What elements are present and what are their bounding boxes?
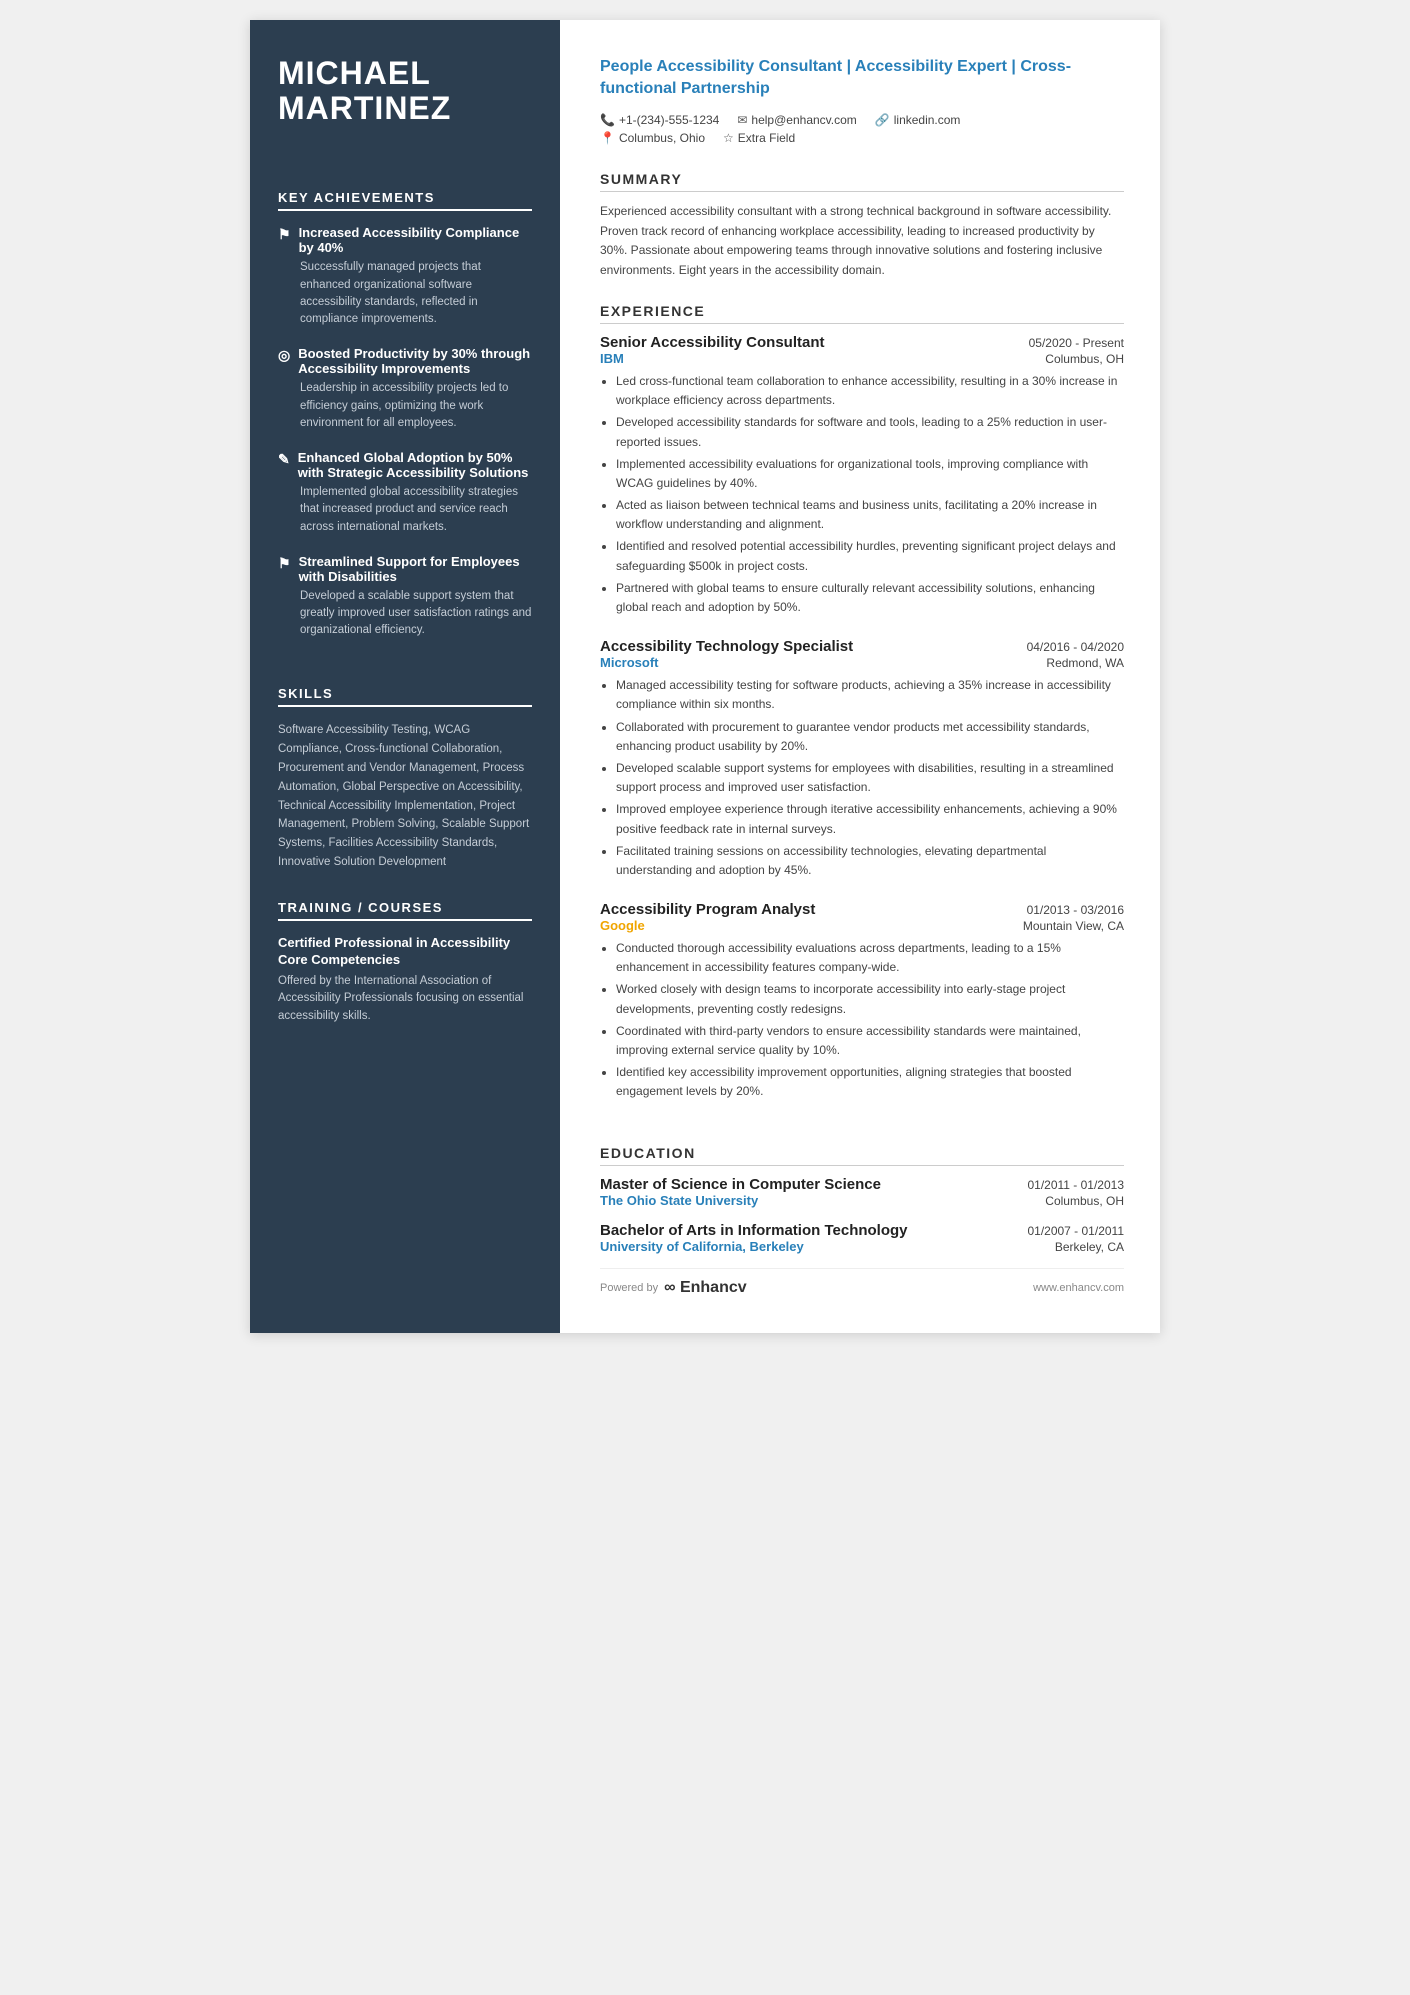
job-dates: 04/2016 - 04/2020 (1027, 640, 1124, 654)
edu-school: The Ohio State University (600, 1193, 758, 1208)
bullet-item: Managed accessibility testing for softwa… (616, 676, 1124, 714)
edu-school: University of California, Berkeley (600, 1239, 804, 1254)
achievements-list: ⚑ Increased Accessibility Compliance by … (278, 225, 532, 657)
achievement-desc: Leadership in accessibility projects led… (300, 380, 532, 432)
job-location: Redmond, WA (1046, 656, 1124, 670)
linkedin-icon: 🔗 (875, 113, 890, 127)
candidate-name: MICHAEL MARTINEZ (278, 56, 532, 126)
training-title: Certified Professional in Accessibility … (278, 935, 532, 969)
phone-icon: 📞 (600, 113, 615, 127)
experience-item: Accessibility Program Analyst 01/2013 - … (600, 901, 1124, 1105)
company-name: Microsoft (600, 655, 659, 670)
achievement-item: ⚑ Streamlined Support for Employees with… (278, 554, 532, 640)
achievement-title: Boosted Productivity by 30% through Acce… (298, 346, 532, 376)
bullet-item: Collaborated with procurement to guarant… (616, 718, 1124, 756)
training-item: Certified Professional in Accessibility … (278, 935, 532, 1025)
achievement-title: Enhanced Global Adoption by 50% with Str… (298, 450, 532, 480)
location-contact: 📍 Columbus, Ohio (600, 131, 705, 145)
summary-text: Experienced accessibility consultant wit… (600, 202, 1124, 281)
skills-section-title: SKILLS (278, 686, 532, 707)
job-bullets: Led cross-functional team collaboration … (600, 372, 1124, 617)
sidebar: MICHAEL MARTINEZ KEY ACHIEVEMENTS ⚑ Incr… (250, 20, 560, 1333)
company-name: IBM (600, 351, 624, 366)
achievements-section-title: KEY ACHIEVEMENTS (278, 190, 532, 211)
training-desc: Offered by the International Association… (278, 973, 532, 1025)
page-footer: Powered by ∞ Enhancv www.enhancv.com (600, 1268, 1124, 1297)
job-location: Columbus, OH (1045, 352, 1124, 366)
job-bullets: Managed accessibility testing for softwa… (600, 676, 1124, 880)
extra-value: Extra Field (738, 131, 795, 145)
job-title: Accessibility Program Analyst (600, 901, 815, 918)
job-location: Mountain View, CA (1023, 919, 1124, 933)
achievement-item: ✎ Enhanced Global Adoption by 50% with S… (278, 450, 532, 536)
star-icon: ☆ (723, 131, 734, 145)
edu-degree: Master of Science in Computer Science (600, 1176, 881, 1193)
job-title: Senior Accessibility Consultant (600, 334, 825, 351)
contact-row: 📞 +1-(234)-555-1234 ✉ help@enhancv.com 🔗… (600, 113, 1124, 127)
main-content: People Accessibility Consultant | Access… (560, 20, 1160, 1333)
experience-item: Accessibility Technology Specialist 04/2… (600, 638, 1124, 883)
summary-section-title: SUMMARY (600, 171, 1124, 192)
achievement-desc: Successfully managed projects that enhan… (300, 259, 532, 328)
edu-degree: Bachelor of Arts in Information Technolo… (600, 1222, 908, 1239)
footer-branding: Powered by ∞ Enhancv (600, 1279, 747, 1297)
bullet-item: Identified and resolved potential access… (616, 537, 1124, 575)
linkedin-value: linkedin.com (894, 113, 961, 127)
achievement-item: ◎ Boosted Productivity by 30% through Ac… (278, 346, 532, 432)
bullet-item: Led cross-functional team collaboration … (616, 372, 1124, 410)
achievement-icon: ⚑ (278, 555, 291, 572)
main-header-title: People Accessibility Consultant | Access… (600, 56, 1124, 101)
experience-item: Senior Accessibility Consultant 05/2020 … (600, 334, 1124, 620)
achievement-title: Increased Accessibility Compliance by 40… (299, 225, 532, 255)
email-icon: ✉ (737, 113, 747, 127)
education-item: Bachelor of Arts in Information Technolo… (600, 1222, 1124, 1254)
edu-location: Columbus, OH (1045, 1194, 1124, 1208)
location-icon: 📍 (600, 131, 615, 145)
achievement-item: ⚑ Increased Accessibility Compliance by … (278, 225, 532, 328)
job-title: Accessibility Technology Specialist (600, 638, 853, 655)
skills-text: Software Accessibility Testing, WCAG Com… (278, 721, 532, 873)
job-dates: 05/2020 - Present (1029, 336, 1124, 350)
email-value: help@enhancv.com (751, 113, 856, 127)
bullet-item: Worked closely with design teams to inco… (616, 980, 1124, 1018)
edu-dates: 01/2007 - 01/2011 (1027, 1224, 1124, 1238)
bullet-item: Acted as liaison between technical teams… (616, 496, 1124, 534)
footer-website: www.enhancv.com (1033, 1282, 1124, 1294)
resume-container: MICHAEL MARTINEZ KEY ACHIEVEMENTS ⚑ Incr… (250, 20, 1160, 1333)
bullet-item: Implemented accessibility evaluations fo… (616, 455, 1124, 493)
education-item: Master of Science in Computer Science 01… (600, 1176, 1124, 1208)
contact-row-2: 📍 Columbus, Ohio ☆ Extra Field (600, 131, 1124, 145)
edu-dates: 01/2011 - 01/2013 (1027, 1178, 1124, 1192)
job-bullets: Conducted thorough accessibility evaluat… (600, 939, 1124, 1102)
achievement-icon: ◎ (278, 347, 290, 364)
edu-location: Berkeley, CA (1055, 1240, 1124, 1254)
phone-value: +1-(234)-555-1234 (619, 113, 719, 127)
company-name: Google (600, 918, 645, 933)
email-contact: ✉ help@enhancv.com (737, 113, 856, 127)
bullet-item: Improved employee experience through ite… (616, 800, 1124, 838)
location-value: Columbus, Ohio (619, 131, 705, 145)
achievement-icon: ⚑ (278, 226, 291, 243)
achievement-title: Streamlined Support for Employees with D… (299, 554, 532, 584)
linkedin-contact: 🔗 linkedin.com (875, 113, 961, 127)
training-section-title: TRAINING / COURSES (278, 900, 532, 921)
bullet-item: Developed scalable support systems for e… (616, 759, 1124, 797)
achievement-desc: Developed a scalable support system that… (300, 588, 532, 640)
achievement-desc: Implemented global accessibility strateg… (300, 484, 532, 536)
extra-contact: ☆ Extra Field (723, 131, 795, 145)
bullet-item: Facilitated training sessions on accessi… (616, 842, 1124, 880)
achievement-icon: ✎ (278, 451, 290, 468)
phone-contact: 📞 +1-(234)-555-1234 (600, 113, 719, 127)
experience-section-title: EXPERIENCE (600, 303, 1124, 324)
bullet-item: Coordinated with third-party vendors to … (616, 1022, 1124, 1060)
bullet-item: Conducted thorough accessibility evaluat… (616, 939, 1124, 977)
education-section-title: EDUCATION (600, 1145, 1124, 1166)
bullet-item: Developed accessibility standards for so… (616, 413, 1124, 451)
bullet-item: Partnered with global teams to ensure cu… (616, 579, 1124, 617)
powered-by-label: Powered by (600, 1282, 658, 1294)
enhancv-logo: ∞ Enhancv (664, 1279, 747, 1297)
bullet-item: Identified key accessibility improvement… (616, 1063, 1124, 1101)
job-dates: 01/2013 - 03/2016 (1027, 903, 1124, 917)
